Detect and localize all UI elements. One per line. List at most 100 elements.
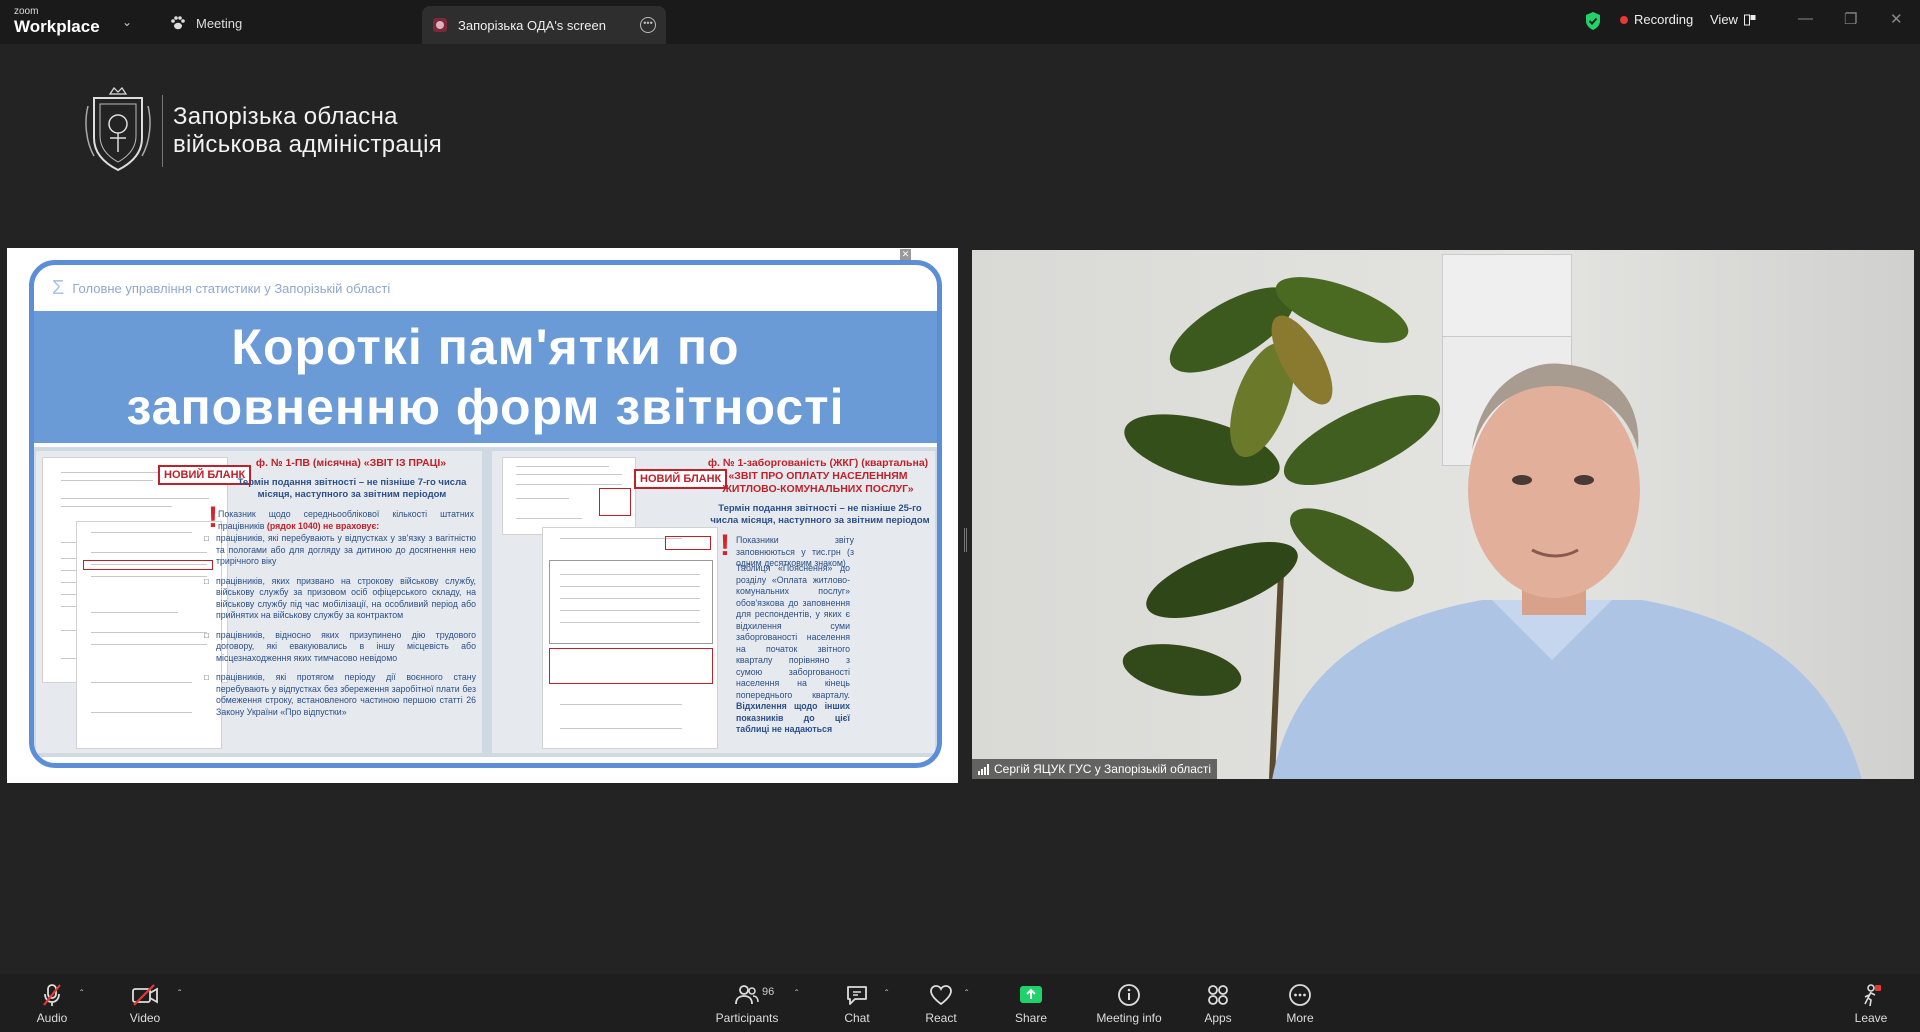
org-name-line2: військова адміністрація: [173, 131, 443, 158]
zoom-logo[interactable]: zoom Workplace: [14, 6, 100, 36]
tab-meeting[interactable]: Meeting: [170, 10, 242, 36]
exclamation-icon: !: [720, 529, 730, 562]
paw-icon: [171, 16, 185, 30]
restore-icon[interactable]: ❐: [1844, 10, 1857, 28]
exclamation-icon: !: [208, 501, 218, 534]
shield-icon[interactable]: [1584, 11, 1602, 31]
explanation-bold: Відхилення щодо інших показників до цієї…: [736, 701, 850, 734]
apps-label: Apps: [1204, 1011, 1232, 1025]
list-item: працівників, які протягом періоду дії во…: [204, 672, 476, 718]
explanation-text: Таблиця «Пояснення» до розділу «Оплата ж…: [736, 563, 850, 736]
title-bar: zoom Workplace ⌄ Meeting Запорізька ОДА'…: [0, 0, 1920, 44]
more-label: More: [1286, 1011, 1314, 1025]
tab-shared-screen[interactable]: Запорізька ОДА's screen •••: [422, 6, 666, 44]
brand-bottom: Workplace: [14, 17, 100, 36]
indicator-note-bold: (рядок 1040) не враховує:: [266, 520, 380, 531]
slide-header: Σ Головне управління статистики у Запорі…: [34, 265, 937, 311]
form-deadline: Термін подання звітності – не пізніше 7-…: [237, 477, 467, 500]
more-button[interactable]: More: [1284, 974, 1316, 1032]
video-button[interactable]: Video: [126, 974, 164, 1032]
heart-icon: [930, 985, 952, 1006]
share-button[interactable]: Share: [1014, 974, 1048, 1032]
leave-label: Leave: [1854, 1011, 1888, 1025]
shared-screen[interactable]: ✕ Σ Головне управління статистики у Запо…: [7, 248, 958, 783]
participants-button[interactable]: Participants: [714, 974, 780, 1032]
org-divider: [162, 95, 163, 167]
panel-form-1pv: НОВИЙ БЛАНК ф. № 1-ПВ (місячна) «ЗВІТ ІЗ…: [36, 451, 482, 753]
chat-label: Chat: [844, 1011, 870, 1025]
chevron-down-icon[interactable]: ⌄: [122, 15, 132, 29]
view-layout-icon: [1743, 14, 1756, 25]
info-icon: [1118, 984, 1140, 1006]
audio-options-caret-icon[interactable]: ˆ: [80, 989, 83, 1000]
chat-icon: [847, 986, 867, 1005]
leave-icon: [1864, 984, 1881, 1007]
meeting-toolbar: Audio ˆ Video ˆ Participants 96 ˆ Chat ˆ…: [0, 974, 1920, 1032]
chat-button[interactable]: Chat: [842, 974, 872, 1032]
apps-icon: [1208, 985, 1228, 1005]
apps-button[interactable]: Apps: [1202, 974, 1234, 1032]
share-label: Share: [1014, 1011, 1048, 1025]
view-button[interactable]: View: [1710, 12, 1756, 27]
exclusion-list: працівників, які перебувають у відпустка…: [204, 533, 476, 726]
form-thumbnail: [502, 457, 636, 535]
share-screen-icon: [1020, 986, 1042, 1003]
view-label: View: [1710, 12, 1738, 27]
org-name: Запорізька обласна військова адміністрац…: [173, 103, 442, 159]
microphone-muted-icon: [43, 984, 61, 1006]
video-options-caret-icon[interactable]: ˆ: [178, 989, 181, 1000]
video-label: Video: [129, 1011, 161, 1025]
form-deadline: Термін подання звітності – не пізніше 25…: [710, 503, 930, 526]
form-title: ф. № 1-ПВ (місячна) «ЗВІТ ІЗ ПРАЦІ»: [255, 457, 447, 469]
meeting-info-button[interactable]: Meeting info: [1092, 974, 1166, 1032]
react-label: React: [925, 1011, 957, 1025]
close-icon[interactable]: ✕: [900, 249, 911, 260]
participant-name: Сергій ЯЦУК ГУС у Запорізькій області: [994, 762, 1212, 776]
leave-button[interactable]: Leave: [1854, 974, 1888, 1032]
slide-title-line1: Короткі пам'ятки по: [231, 319, 740, 375]
form-title-line1: ф. № 1-заборгованість (ЖКГ) (квартальна): [707, 457, 929, 469]
recording-label: Recording: [1634, 12, 1694, 27]
indicator-note: Показник щодо середньооблікової кількост…: [218, 509, 474, 532]
participants-count: 96: [762, 986, 775, 998]
meeting-info-label: Meeting info: [1096, 1011, 1162, 1025]
camera-off-icon: [132, 984, 158, 1006]
react-caret-icon[interactable]: ˆ: [965, 989, 968, 1000]
form-title-line2: «ЗВІТ ПРО ОПЛАТУ НАСЕЛЕННЯМ ЖИТЛОВО-КОМУ…: [722, 470, 914, 495]
form-thumbnail-page2: [76, 521, 222, 749]
slide-title-line2: заповненню форм звітності: [126, 379, 845, 435]
tab-shared-screen-label: Запорізька ОДА's screen: [458, 17, 606, 33]
signal-strength-icon: [978, 763, 989, 775]
participants-label: Participants: [715, 1011, 779, 1025]
split-handle[interactable]: [964, 528, 967, 552]
record-dot-icon: [1620, 15, 1628, 24]
participants-icon: [735, 985, 759, 1005]
speaker-video[interactable]: Сергій ЯЦУК ГУС у Запорізькій області: [972, 250, 1914, 779]
panel-form-zhkg: НОВИЙ БЛАНК ф. № 1-заборгованість (ЖКГ) …: [492, 451, 935, 753]
slide: Σ Головне управління статистики у Запорі…: [29, 260, 942, 768]
org-name-line1: Запорізька обласна: [173, 103, 398, 130]
recording-indicator[interactable]: Recording: [1620, 12, 1693, 27]
coat-of-arms-icon: [85, 87, 151, 172]
more-icon[interactable]: •••: [640, 17, 656, 33]
audio-button[interactable]: Audio: [34, 974, 70, 1032]
org-emblem-icon: [433, 18, 447, 32]
participants-caret-icon[interactable]: ˆ: [795, 989, 798, 1000]
minimize-icon[interactable]: —: [1798, 10, 1813, 27]
tab-meeting-label: Meeting: [196, 15, 243, 31]
speaker-image: [1272, 363, 1862, 779]
react-button[interactable]: React: [924, 974, 958, 1032]
chat-caret-icon[interactable]: ˆ: [885, 989, 888, 1000]
close-icon[interactable]: ✕: [1890, 10, 1903, 28]
list-item: працівників, які перебувають у відпустка…: [204, 533, 476, 568]
org-header: Запорізька обласна військова адміністрац…: [80, 86, 442, 176]
brand-top: zoom: [14, 6, 39, 17]
form-thumbnail-page2: [542, 527, 718, 749]
slide-panels: НОВИЙ БЛАНК ф. № 1-ПВ (місячна) «ЗВІТ ІЗ…: [34, 447, 937, 757]
participant-name-bar: Сергій ЯЦУК ГУС у Запорізькій області: [972, 759, 1218, 779]
slide-banner: Короткі пам'ятки по заповненню форм звіт…: [34, 311, 937, 443]
audio-label: Audio: [36, 1011, 68, 1025]
list-item: працівників, відносно яких призупинено д…: [204, 630, 476, 665]
explanation-body: Таблиця «Пояснення» до розділу «Оплата ж…: [736, 563, 850, 700]
list-item: працівників, яких призвано на строкову в…: [204, 576, 476, 622]
